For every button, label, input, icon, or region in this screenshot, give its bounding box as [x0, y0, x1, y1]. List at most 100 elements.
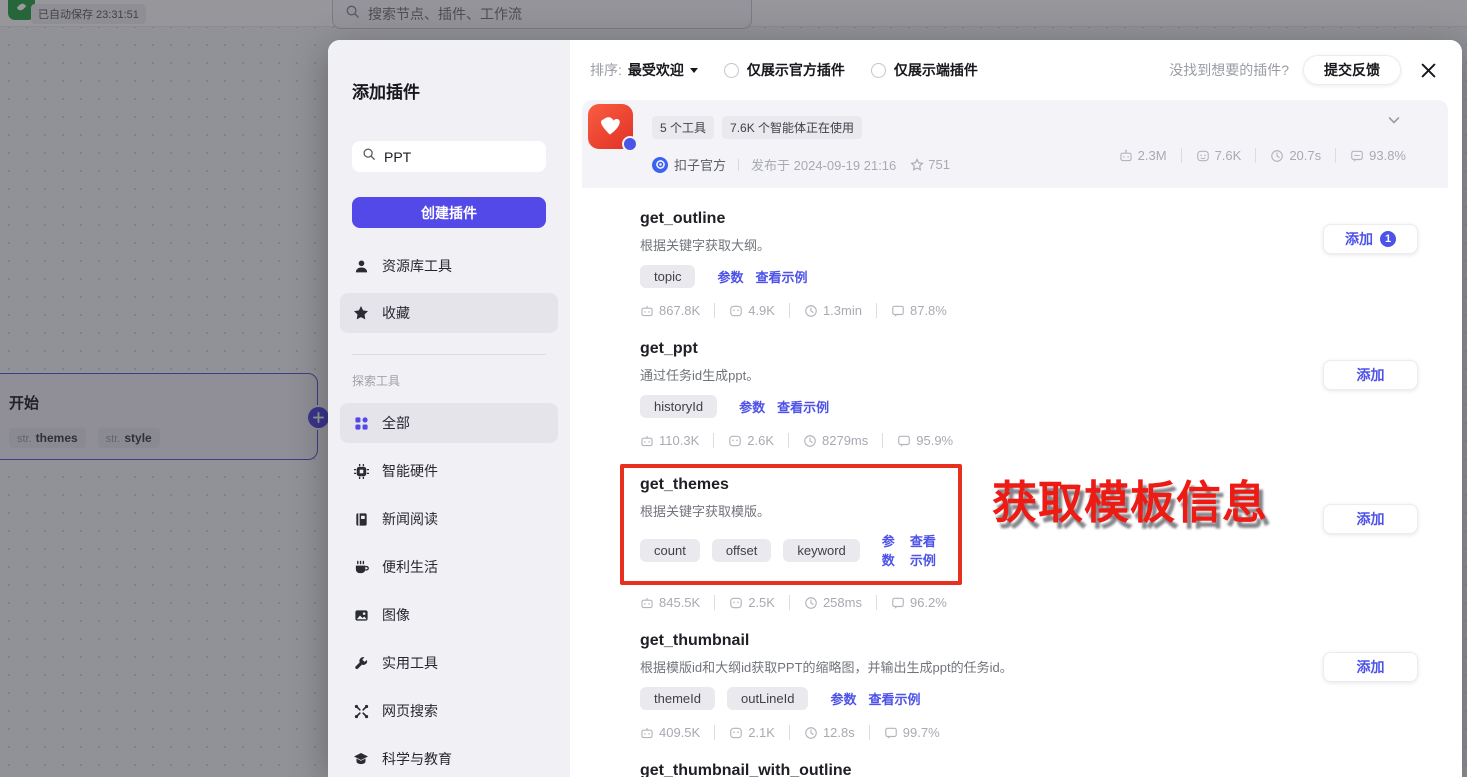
add-tool-button[interactable]: 添加 1 — [1323, 224, 1418, 254]
graduation-cap-icon — [352, 751, 370, 767]
radio-icon[interactable] — [870, 62, 886, 78]
params-link[interactable]: 参数 — [739, 397, 765, 416]
tool-description: 根据关键字获取模版。 — [640, 504, 771, 519]
success-rate-icon — [892, 597, 904, 609]
sidebar-item-all[interactable]: 全部 — [340, 403, 558, 443]
params-link[interactable]: 参数 — [882, 531, 898, 569]
sidebar-item-smart-hardware[interactable]: 智能硬件 — [340, 451, 558, 491]
sidebar-item-library-tools[interactable]: 资源库工具 — [340, 246, 558, 286]
modal-title: 添加插件 — [352, 83, 420, 102]
star-count[interactable]: 751 — [910, 157, 950, 172]
radio-icon[interactable] — [723, 62, 739, 78]
plugin-modal-content: 排序: 最受欢迎 仅展示官方插件 仅展示端插件 没找到想要的插件? 提交反馈 5… — [570, 40, 1462, 777]
device-plugins-filter[interactable]: 仅展示端插件 — [870, 60, 978, 80]
tool-row-get-outline: get_outline 根据关键字获取大纲。 topic 参数 查看示例 867… — [640, 188, 1426, 318]
official-verified-icon — [652, 156, 668, 173]
params-link[interactable]: 参数 — [717, 267, 743, 286]
grid-icon — [352, 416, 370, 431]
view-example-link[interactable]: 查看示例 — [777, 397, 829, 416]
sidebar-item-web-search[interactable]: 网页搜索 — [340, 691, 558, 731]
plugin-search-box[interactable] — [352, 141, 546, 172]
param-tag: count — [640, 538, 700, 562]
tool-row-get-ppt: get_ppt 通过任务id生成ppt。 historyId 参数 查看示例 1… — [640, 318, 1426, 448]
category-list: 全部 智能硬件 新闻阅读 便利生活 图像 实用工具 网页搜索 科学与教育 — [340, 403, 558, 777]
users-icon — [730, 305, 743, 316]
param-tag: outLineId — [726, 687, 809, 710]
sidebar-item-label: 收藏 — [382, 305, 410, 321]
clock-icon — [805, 304, 817, 317]
divider — [738, 158, 740, 171]
tool-row-get-themes: get_themes 根据关键字获取模版。 count offset keywo… — [620, 448, 1426, 610]
added-count-badge: 1 — [1380, 231, 1396, 247]
plugin-list-toolbar: 排序: 最受欢迎 仅展示官方插件 仅展示端插件 没找到想要的插件? 提交反馈 — [570, 40, 1462, 100]
view-example-link[interactable]: 查看示例 — [755, 267, 807, 286]
create-plugin-button[interactable]: 创建插件 — [352, 197, 546, 228]
tool-stats: 409.5K 2.1K 12.8s 99.7% — [640, 725, 1426, 740]
submit-feedback-button[interactable]: 提交反馈 — [1303, 55, 1401, 85]
tool-description: 通过任务id生成ppt。 — [640, 368, 760, 383]
param-tag: historyId — [640, 395, 718, 418]
sidebar-item-label: 新闻阅读 — [382, 511, 438, 527]
chip-icon — [352, 463, 370, 479]
success-rate-icon — [1351, 150, 1363, 162]
view-example-link[interactable]: 查看示例 — [910, 531, 942, 569]
success-rate-icon — [884, 727, 897, 739]
search-icon — [362, 147, 376, 166]
add-tool-button[interactable]: 添加 — [1323, 360, 1418, 390]
sort-dropdown[interactable]: 最受欢迎 — [628, 60, 698, 80]
sidebar-item-utilities[interactable]: 实用工具 — [340, 643, 558, 683]
param-tag: topic — [640, 265, 696, 288]
plugin-author: 扣子官方 — [674, 158, 727, 173]
plugin-stats: 2.3M 7.6K 20.7s 93.8% — [1119, 148, 1406, 163]
wrench-icon — [352, 656, 370, 671]
plugin-logo — [588, 104, 638, 152]
params-link[interactable]: 参数 — [830, 689, 856, 708]
sort-label: 排序: — [590, 62, 622, 78]
users-icon — [730, 727, 743, 738]
tool-name: get_outline — [640, 210, 726, 227]
publish-date: 发布于 2024-09-19 21:16 — [751, 158, 897, 173]
tool-stats: 845.5K 2.5K 258ms 96.2% — [640, 595, 1426, 610]
clock-icon — [1271, 149, 1284, 162]
sidebar-item-label: 智能硬件 — [382, 463, 438, 479]
view-example-link[interactable]: 查看示例 — [869, 689, 921, 708]
red-highlight-box: get_themes 根据关键字获取模版。 count offset keywo… — [620, 464, 962, 585]
bot-icon — [641, 305, 653, 316]
tool-description: 根据模版id和大纲id获取PPT的缩略图，并输出生成ppt的任务id。 — [640, 660, 1013, 675]
chevron-down-icon — [689, 67, 698, 73]
param-tag: offset — [711, 538, 772, 562]
tool-name: get_thumbnail_with_outline — [640, 762, 852, 777]
sidebar-item-favorites[interactable]: 收藏 — [340, 293, 558, 333]
close-icon[interactable] — [1421, 63, 1436, 78]
tool-row-get-thumbnail-with-outline: get_thumbnail_with_outline 通过大纲的详细内容和模版i… — [640, 740, 1426, 777]
sidebar-item-image[interactable]: 图像 — [340, 595, 558, 635]
web-search-icon — [352, 704, 370, 719]
add-tool-button[interactable]: 添加 — [1323, 504, 1418, 534]
sidebar-item-label: 全部 — [382, 415, 410, 431]
success-rate-icon — [892, 305, 904, 317]
sidebar-item-label: 实用工具 — [382, 655, 438, 671]
collapse-chevron-icon[interactable] — [1386, 112, 1402, 128]
clock-icon — [805, 596, 817, 609]
tool-name: get_themes — [640, 476, 729, 493]
sidebar-item-news-reading[interactable]: 新闻阅读 — [340, 499, 558, 539]
sidebar-item-science-education[interactable]: 科学与教育 — [340, 739, 558, 777]
add-tool-button[interactable]: 添加 — [1323, 652, 1418, 682]
plugin-card-header[interactable]: 5 个工具 7.6K 个智能体正在使用 扣子官方 发布于 2024-09-19 … — [582, 100, 1448, 188]
sidebar-item-label: 资源库工具 — [382, 258, 452, 274]
bot-icon — [641, 435, 653, 446]
official-plugins-filter[interactable]: 仅展示官方插件 — [723, 60, 845, 80]
plugin-search-input[interactable] — [384, 148, 536, 165]
users-icon — [730, 597, 743, 608]
sidebar-item-daily-life[interactable]: 便利生活 — [340, 547, 558, 587]
param-tag: themeId — [640, 687, 715, 710]
user-icon — [352, 259, 370, 274]
bot-icon — [641, 727, 653, 738]
sidebar-item-label: 网页搜索 — [382, 703, 438, 719]
tool-stats: 867.8K 4.9K 1.3min 87.8% — [640, 303, 1426, 318]
tool-name: get_thumbnail — [640, 632, 750, 649]
star-outline-icon — [910, 157, 924, 171]
tool-description: 根据关键字获取大纲。 — [640, 238, 771, 253]
param-tag: keyword — [783, 538, 860, 562]
star-icon — [352, 305, 370, 321]
